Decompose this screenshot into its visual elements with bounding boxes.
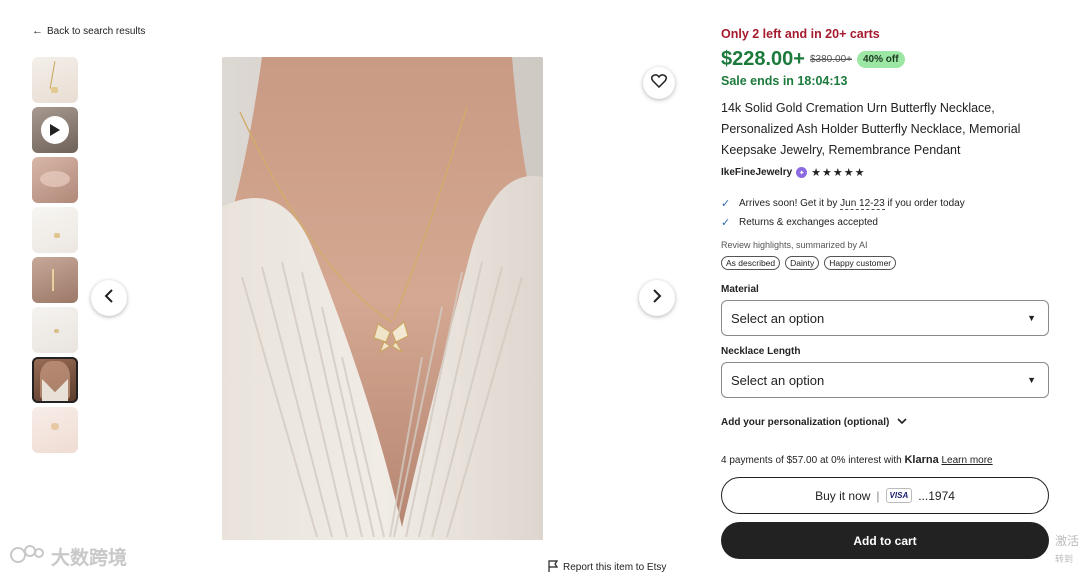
necklace-length-label: Necklace Length — [721, 346, 801, 357]
material-select-value: Select an option — [731, 310, 825, 326]
watermark-logo-icon — [8, 543, 46, 570]
seller-row: IkeFineJewelry ✦ ★★★★★ — [721, 166, 865, 179]
shop-name-link[interactable]: IkeFineJewelry — [721, 167, 792, 178]
divider: | — [876, 488, 880, 503]
check-icon: ✓ — [721, 217, 731, 229]
review-highlight-chips: As described Dainty Happy customer — [721, 256, 897, 270]
review-highlights-title: Review highlights, summarized by AI — [721, 240, 868, 250]
report-item-link[interactable]: Report this item to Etsy — [548, 560, 666, 575]
play-icon — [41, 116, 69, 144]
star-seller-badge-icon: ✦ — [796, 167, 808, 178]
back-link-label: Back to search results — [47, 25, 146, 37]
buy-it-now-button[interactable]: Buy it now | VISA ...1974 — [721, 477, 1049, 514]
material-select[interactable]: Select an option ▼ — [721, 300, 1049, 336]
caret-down-icon: ▼ — [1027, 313, 1036, 323]
material-label: Material — [721, 284, 759, 295]
klarna-logo: Klarna — [904, 454, 939, 466]
main-product-image — [222, 57, 543, 540]
review-chip[interactable]: As described — [721, 256, 781, 270]
arrow-left-icon: ← — [32, 25, 43, 37]
side-overlay-text: 激活 转到 — [1055, 534, 1080, 564]
returns-text: Returns & exchanges accepted — [739, 217, 878, 228]
add-to-cart-button[interactable]: Add to cart — [721, 522, 1049, 559]
review-chip[interactable]: Dainty — [785, 256, 820, 270]
listing-title: 14k Solid Gold Cremation Urn Butterfly N… — [721, 101, 1021, 157]
chevron-right-icon — [652, 288, 662, 308]
thumbnail-5[interactable] — [32, 257, 78, 303]
heart-icon — [650, 73, 668, 93]
learn-more-link[interactable]: Learn more — [941, 455, 992, 466]
card-last4: ...1974 — [918, 488, 955, 503]
stock-notice: Only 2 left and in 20+ carts — [721, 27, 880, 41]
check-icon: ✓ — [721, 198, 731, 210]
price-row: $228.00+ $380.00+ 40% off — [721, 48, 905, 71]
thumbnail-7-selected[interactable] — [32, 357, 78, 403]
rating-stars[interactable]: ★★★★★ — [811, 166, 865, 179]
visa-card-icon: VISA — [885, 488, 913, 503]
klarna-installments: 4 payments of $57.00 at 0% interest with… — [721, 454, 993, 466]
shipping-info: ✓ Arrives soon! Get it by Jun 12-23 if y… — [721, 194, 965, 232]
watermark-text: 大数跨境 — [51, 547, 128, 569]
thumbnail-strip — [32, 57, 78, 457]
review-chip[interactable]: Happy customer — [824, 256, 897, 270]
length-select-value: Select an option — [731, 372, 825, 388]
personalization-label: Add your personalization (optional) — [721, 417, 890, 428]
previous-image-button[interactable] — [91, 280, 127, 316]
necklace-length-select[interactable]: Select an option ▼ — [721, 362, 1049, 398]
buy-now-label: Buy it now — [815, 488, 871, 503]
next-image-button[interactable] — [639, 280, 675, 316]
original-price: $380.00+ — [809, 54, 852, 65]
flag-icon — [548, 560, 559, 575]
sale-countdown: Sale ends in 18:04:13 — [721, 74, 848, 88]
delivery-estimate: ✓ Arrives soon! Get it by Jun 12-23 if y… — [721, 194, 965, 213]
delivery-text: Arrives soon! Get it by Jun 12-23 if you… — [739, 198, 965, 210]
thumbnail-8[interactable] — [32, 407, 78, 453]
chevron-left-icon — [104, 288, 114, 308]
watermark: 大数跨境 — [8, 543, 127, 570]
thumbnail-3[interactable] — [32, 157, 78, 203]
back-to-search-link[interactable]: ← Back to search results — [32, 25, 145, 37]
report-label: Report this item to Etsy — [563, 562, 667, 573]
delivery-date[interactable]: Jun 12-23 — [840, 198, 885, 210]
thumbnail-4[interactable] — [32, 207, 78, 253]
chevron-down-icon — [897, 417, 907, 428]
discount-badge: 40% off — [856, 51, 905, 68]
favorite-button[interactable] — [643, 67, 675, 99]
add-to-cart-label: Add to cart — [853, 533, 917, 548]
thumbnail-video[interactable] — [32, 107, 78, 153]
returns-policy: ✓ Returns & exchanges accepted — [721, 213, 965, 232]
thumbnail-6[interactable] — [32, 307, 78, 353]
sale-price: $228.00+ — [721, 48, 805, 70]
caret-down-icon: ▼ — [1027, 375, 1036, 385]
thumbnail-1[interactable] — [32, 57, 78, 103]
personalization-toggle[interactable]: Add your personalization (optional) — [721, 417, 907, 428]
